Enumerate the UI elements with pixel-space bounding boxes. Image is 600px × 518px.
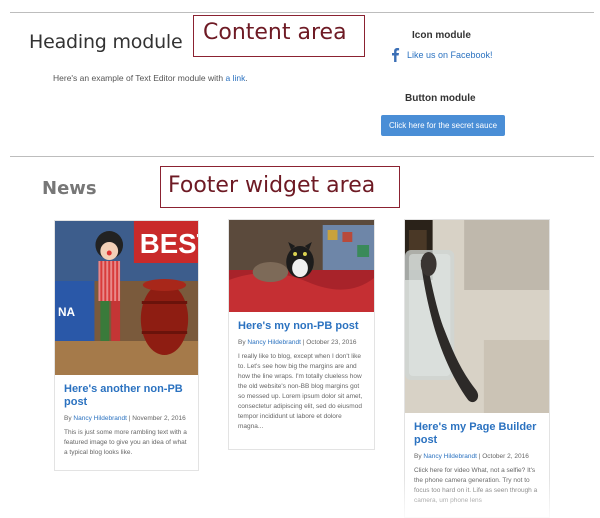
footer-widget-area-label: Footer widget area (160, 166, 400, 208)
text-editor-suffix: . (245, 73, 248, 83)
facebook-link[interactable]: Like us on Facebook! (407, 50, 493, 60)
post-date: October 23, 2016 (306, 339, 357, 346)
news-heading: News (42, 178, 97, 199)
post-title-link[interactable]: Here's another non-PB post (64, 383, 189, 409)
post-author-link[interactable]: Nancy Hildebrandt (423, 453, 476, 460)
post-meta-by: By (238, 339, 246, 346)
post-meta: By Nancy Hildebrandt | October 2, 2016 (414, 453, 529, 460)
cats-on-bed-photo[interactable] (229, 220, 374, 312)
text-editor-module: Here's an example of Text Editor module … (53, 73, 248, 83)
svg-text:BEST: BEST (140, 228, 198, 259)
post-title-link[interactable]: Here's my Page Builder post (414, 421, 540, 447)
content-area-label: Content area (193, 15, 365, 57)
post-meta-by: By (414, 453, 422, 460)
post-card: Here's my Page Builder post By Nancy Hil… (404, 219, 550, 518)
post-excerpt: Click here for video What, not a selfie?… (414, 467, 538, 504)
post-card: BEST NA Here's another non-PB post By Na… (54, 220, 199, 471)
facebook-icon[interactable] (389, 47, 401, 62)
post-card: Here's my non-PB post By Nancy Hildebran… (228, 219, 375, 450)
post-excerpt: This is just some more rambling text wit… (64, 429, 187, 456)
secret-sauce-button[interactable]: Click here for the secret sauce (381, 115, 505, 136)
post-date: October 2, 2016 (482, 453, 529, 460)
button-module-title: Button module (405, 93, 476, 104)
text-editor-text: Here's an example of Text Editor module … (53, 73, 224, 83)
text-editor-link[interactable]: a link (226, 73, 246, 83)
bent-spoon-in-jar-photo[interactable] (405, 220, 549, 413)
post-excerpt: I really like to blog, except when I don… (238, 353, 363, 430)
top-divider (10, 12, 594, 13)
heading-module: Heading module (29, 31, 183, 53)
footer-divider (10, 156, 594, 157)
post-author-link[interactable]: Nancy Hildebrandt (247, 339, 300, 346)
post-author-link[interactable]: Nancy Hildebrandt (73, 415, 126, 422)
post-meta-by: By (64, 415, 72, 422)
svg-text:NA: NA (58, 305, 75, 319)
clown-with-barrel-photo[interactable]: BEST NA (55, 221, 198, 375)
post-meta: By Nancy Hildebrandt | October 23, 2016 (238, 339, 357, 346)
post-title-link[interactable]: Here's my non-PB post (238, 320, 365, 333)
facebook-link-row[interactable]: Like us on Facebook! (389, 47, 493, 62)
post-date: November 2, 2016 (132, 415, 186, 422)
post-meta: By Nancy Hildebrandt | November 2, 2016 (64, 415, 186, 422)
icon-module-title: Icon module (412, 30, 471, 41)
